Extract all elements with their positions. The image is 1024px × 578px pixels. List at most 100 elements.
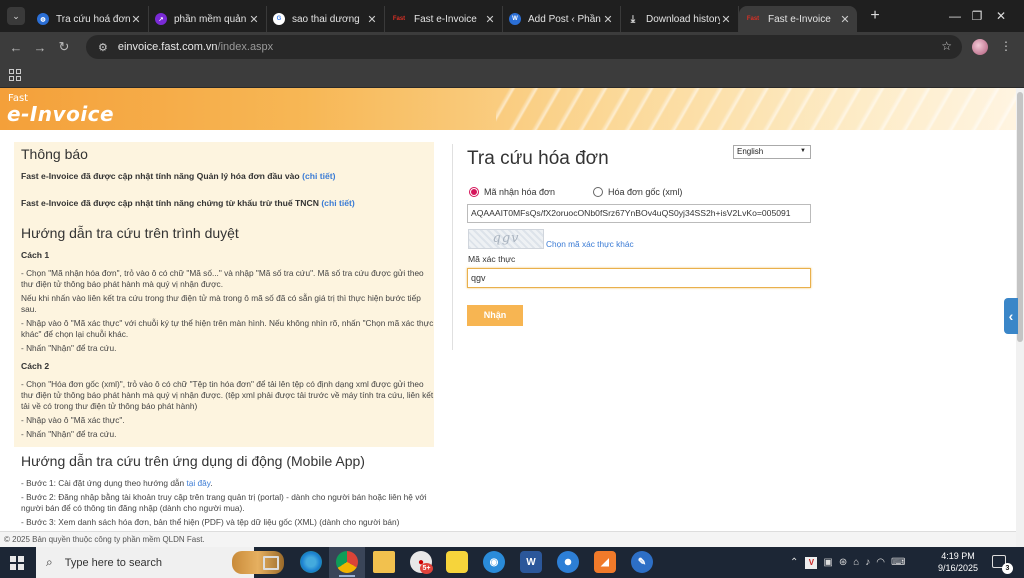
wordpress-icon: W <box>509 13 521 25</box>
invoice-code-input[interactable]: AQAAAIT0MFsQs/fX2oruocONb0fSrz67YnBOv4uQ… <box>467 204 811 223</box>
header-banner: Fast e-Invoice <box>0 88 1016 130</box>
radio-original-xml[interactable] <box>592 187 603 197</box>
guide-paragraph: Nếu khi nhấn vào liên kết tra cứu trong … <box>21 293 421 314</box>
bookmark-star-icon[interactable]: ☆ <box>941 39 952 53</box>
app-circle-icon[interactable]: ◉ <box>483 551 505 573</box>
reload-icon[interactable]: ↻ <box>52 39 76 55</box>
notice-1-link[interactable]: (chi tiết) <box>302 171 335 181</box>
task-view-icon[interactable] <box>263 556 279 570</box>
apps-grid-icon[interactable] <box>9 69 21 81</box>
browser-tab-6[interactable]: ⤓ Download history ✕ <box>621 6 739 32</box>
radio-original-xml-label[interactable]: Hóa đơn gốc (xml) <box>608 187 682 197</box>
windows-taskbar: ⌕ Type here to search ● 5+ ◉ W ◢ ✎ ⌃ V ▣… <box>0 547 1024 578</box>
notice-2-text: Fast e-Invoice đã được cập nhật tính năn… <box>21 198 319 208</box>
install-guide-link[interactable]: tại đây <box>186 478 210 488</box>
browser-tab-2[interactable]: ↗ phần mềm quản lý ✕ <box>149 6 267 32</box>
browser-tab-1[interactable]: ◍ Tra cứu hoá đơn ✕ <box>31 6 149 32</box>
word-icon[interactable]: W <box>520 551 542 573</box>
close-icon[interactable]: ✕ <box>248 13 260 26</box>
close-icon[interactable]: ✕ <box>130 13 142 26</box>
method-1-title: Cách 1 <box>21 250 50 260</box>
search-placeholder: Type here to search <box>64 556 162 569</box>
tab-label: phần mềm quản lý <box>174 13 248 25</box>
mobile-step-1: - Bước 1: Cài đặt ứng dụng theo hướng dẫ… <box>21 478 213 488</box>
notice-1: Fast e-Invoice đã được cập nhật tính năn… <box>21 171 437 181</box>
bookmarks-bar <box>0 62 1024 88</box>
taskbar-clock[interactable]: 4:19 PM 9/16/2025 <box>928 550 988 574</box>
guide-paragraph: - Nhấn "Nhận" để tra cứu. <box>21 343 117 353</box>
close-icon[interactable]: ✕ <box>602 13 614 26</box>
app-orange-icon[interactable]: ◢ <box>594 551 616 573</box>
page-footer: © 2025 Bản quyền thuộc công ty phần mềm … <box>0 531 1016 547</box>
active-indicator <box>339 575 355 577</box>
volume-icon[interactable]: ♪ <box>865 557 870 568</box>
dropdown-arrow-icon: ▼ <box>800 148 806 154</box>
guide-paragraph: - Chọn "Mã nhận hóa đơn", trỏ vào ô có c… <box>21 268 424 289</box>
wifi-icon[interactable]: ◠ <box>876 557 885 568</box>
taskbar-search[interactable]: ⌕ Type here to search <box>36 547 284 578</box>
close-icon[interactable]: ✕ <box>720 13 732 26</box>
forward-arrow-icon[interactable]: → <box>28 40 52 55</box>
system-tray: ⌃ V ▣ ⊛ ⌂ ♪ ◠ ⌨ <box>790 547 911 578</box>
tab-label: Fast e-Invoice <box>414 13 477 25</box>
notice-2-link[interactable]: (chi tiết) <box>321 198 354 208</box>
browser-tab-7-active[interactable]: Fast Fast e-Invoice ✕ <box>739 6 857 32</box>
language-select[interactable]: English ▼ <box>733 145 811 159</box>
back-arrow-icon[interactable]: ← <box>4 40 28 55</box>
menu-kebab-icon[interactable]: ⋮ <box>1000 39 1012 53</box>
chrome-icon[interactable] <box>336 551 358 573</box>
captcha-image: qgv <box>468 229 544 249</box>
radio-invoice-code-label[interactable]: Mã nhận hóa đơn <box>484 187 555 197</box>
browser-guide-title: Hướng dẫn tra cứu trên trình duyệt <box>21 225 239 241</box>
language-value: English <box>737 147 764 156</box>
new-tab-button[interactable]: + <box>863 7 887 25</box>
window-close-icon[interactable]: ✕ <box>978 0 1024 32</box>
refresh-captcha-link[interactable]: Chọn mã xác thực khác <box>546 239 634 249</box>
vietkey-icon[interactable]: V <box>805 556 818 569</box>
mobile-step-2: - Bước 2: Đăng nhập bằng tài khoản truy … <box>21 492 427 513</box>
side-panel-chevron-icon[interactable]: ‹ <box>1004 298 1018 334</box>
address-bar[interactable]: ⚙ einvoice.fast.com.vn/index.aspx ☆ <box>86 35 962 59</box>
notice-title: Thông báo <box>21 146 88 162</box>
browser-tab-4[interactable]: Fast Fast e-Invoice ✕ <box>385 6 503 32</box>
verify-code-input[interactable]: qgv <box>467 268 811 288</box>
antivirus-icon[interactable]: ⊛ <box>839 557 847 568</box>
chevron-up-icon[interactable]: ⌃ <box>790 557 798 568</box>
tab-label: Download history <box>646 13 720 25</box>
keyboard-icon[interactable]: ⌨ <box>891 557 905 568</box>
file-explorer-icon[interactable] <box>373 551 395 573</box>
url-path: /index.aspx <box>217 41 274 53</box>
site-info-icon[interactable]: ⚙ <box>98 41 108 54</box>
notification-count: 3 <box>1002 563 1013 574</box>
windows-logo-icon <box>10 555 24 570</box>
paint-icon[interactable]: ✎ <box>631 551 653 573</box>
sticky-notes-icon[interactable] <box>446 551 468 573</box>
game-icon[interactable]: ▣ <box>823 557 832 568</box>
tab-search-icon[interactable]: ⌄ <box>7 7 25 25</box>
browser-tab-5[interactable]: W Add Post ‹ Phần ✕ <box>503 6 621 32</box>
tab-label: Fast e-Invoice <box>768 13 831 25</box>
fast-icon: Fast <box>392 16 406 22</box>
start-button[interactable] <box>0 547 34 578</box>
radio-invoice-code[interactable] <box>469 187 479 197</box>
guide-paragraph: - Chọn "Hóa đơn gốc (xml)", trỏ vào ô có… <box>21 379 434 411</box>
close-icon[interactable]: ✕ <box>484 13 496 26</box>
browser-tab-bar: ⌄ ◍ Tra cứu hoá đơn ✕ ↗ phần mềm quản lý… <box>0 0 1024 32</box>
chart-icon: ↗ <box>155 13 167 25</box>
submit-button[interactable]: Nhận <box>467 305 523 326</box>
close-icon[interactable]: ✕ <box>366 13 378 26</box>
edge-icon[interactable] <box>300 551 322 573</box>
app-globe-icon[interactable] <box>557 551 579 573</box>
lookup-form: Tra cứu hóa đơn English ▼ Mã nhận hóa đơ… <box>452 144 822 350</box>
guide-paragraph: - Nhập vào ô "Mã xác thực". <box>21 415 125 425</box>
banner-stripes <box>496 88 1016 130</box>
notice-1-text: Fast e-Invoice đã được cập nhật tính năn… <box>21 171 300 181</box>
network-icon[interactable]: ⌂ <box>853 557 859 568</box>
close-icon[interactable]: ✕ <box>839 13 851 26</box>
brand-logo[interactable]: e-Invoice <box>7 102 114 126</box>
url-host: einvoice.fast.com.vn <box>117 41 218 53</box>
profile-avatar[interactable] <box>972 39 988 55</box>
clock-time: 4:19 PM <box>941 551 975 561</box>
browser-tab-3[interactable]: G sao thai dương ✕ <box>267 6 385 32</box>
method-2-title: Cách 2 <box>21 361 50 371</box>
